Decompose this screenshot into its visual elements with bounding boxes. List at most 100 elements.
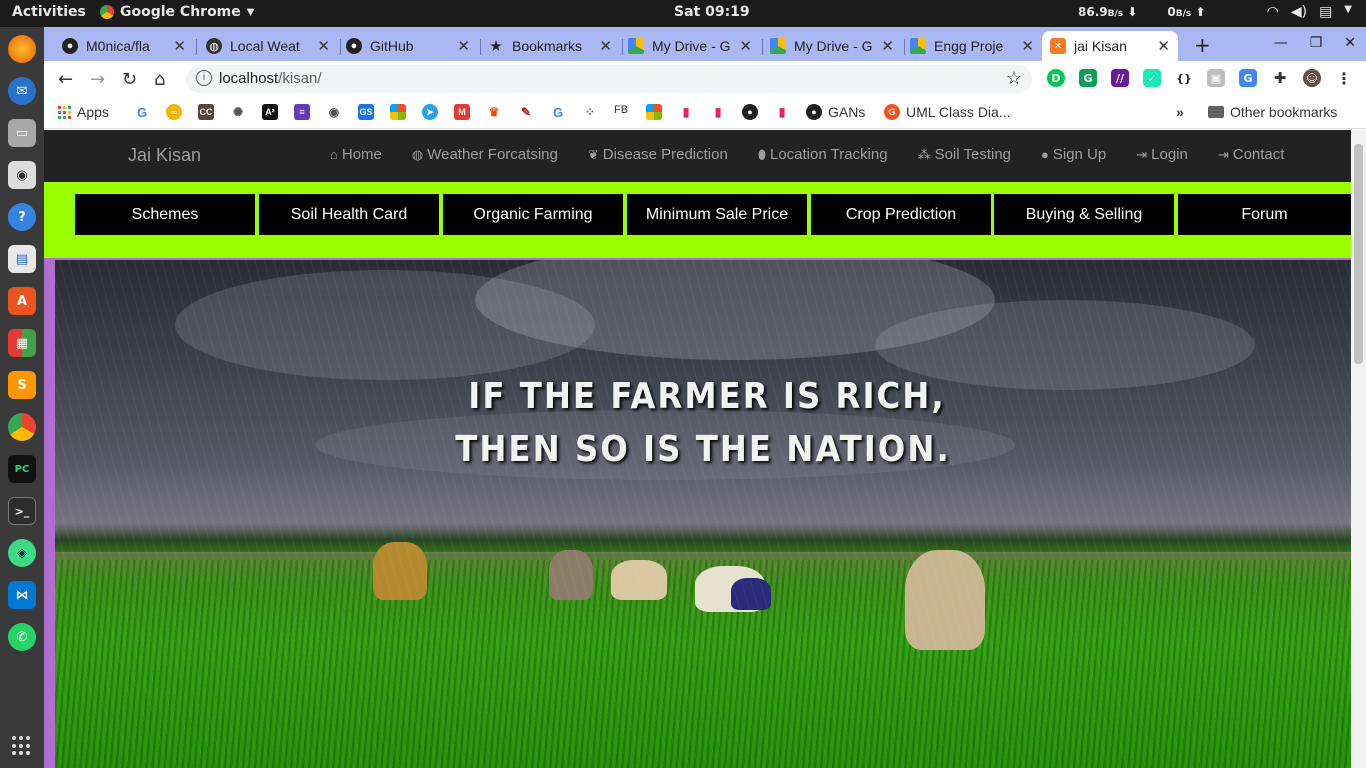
other-bookmarks[interactable]: Other bookmarks: [1208, 104, 1337, 120]
bookmark-gans[interactable]: ● GANs: [806, 104, 865, 120]
nav-disease-prediction[interactable]: ❦ Disease Prediction: [588, 146, 728, 163]
menu-organic-farming[interactable]: Organic Farming: [443, 194, 623, 235]
bookmark-bulb[interactable]: ✺: [230, 104, 246, 120]
close-icon[interactable]: ✕: [317, 37, 330, 55]
close-icon[interactable]: ✕: [173, 37, 186, 55]
extension-icon[interactable]: //: [1111, 69, 1129, 87]
bookmark-eye[interactable]: ◉: [326, 104, 342, 120]
maximize-icon[interactable]: ❐: [1310, 35, 1323, 51]
bookmark-cc[interactable]: CC: [198, 104, 214, 120]
home-button[interactable]: ⌂: [154, 69, 165, 90]
bookmark-star-icon[interactable]: ☆: [1006, 68, 1022, 89]
bookmark-chart-3[interactable]: ▮: [774, 104, 790, 120]
profile-avatar[interactable]: ☺: [1303, 69, 1321, 87]
nav-login[interactable]: ⇥ Login: [1136, 146, 1188, 163]
menu-buying-selling[interactable]: Buying & Selling: [994, 194, 1174, 235]
whatsapp-icon[interactable]: ✆: [8, 623, 36, 651]
app-menu[interactable]: Google Chrome ▼: [100, 4, 254, 20]
bookmark-google-2[interactable]: G: [550, 104, 566, 120]
system-tray[interactable]: ◠ ◀) ▤ ▼: [1267, 4, 1352, 20]
new-tab-button[interactable]: +: [1194, 33, 1211, 57]
bookmark-apps[interactable]: Apps: [58, 104, 109, 120]
forward-button[interactable]: →: [90, 69, 105, 90]
bookmark-fb[interactable]: FB: [614, 104, 628, 116]
menu-crop-prediction[interactable]: Crop Prediction: [811, 194, 991, 235]
bookmarks-overflow-button[interactable]: »: [1176, 104, 1184, 120]
nav-location-tracking[interactable]: ⬮ Location Tracking: [758, 146, 888, 163]
close-icon[interactable]: ✕: [599, 37, 612, 55]
address-bar[interactable]: i localhost/kisan/ ☆: [186, 65, 1032, 93]
menu-kebab-icon[interactable]: ⋮: [1335, 69, 1353, 88]
bookmark-dots[interactable]: ⁘: [582, 104, 598, 120]
puzzle-icon[interactable]: ✚: [1271, 69, 1289, 87]
nav-weather[interactable]: ◍ Weather Forcatsing: [412, 146, 558, 163]
clock[interactable]: Sat 09:19: [674, 4, 750, 20]
nav-home[interactable]: ⌂ Home: [330, 146, 382, 163]
tab-4[interactable]: My Drive - G ✕: [620, 31, 760, 61]
translate-icon[interactable]: G: [1239, 69, 1257, 87]
bookmark-gs[interactable]: GS: [358, 104, 374, 120]
pycharm-icon[interactable]: PC: [8, 455, 36, 483]
minimize-icon[interactable]: —: [1274, 35, 1288, 51]
thunderbird-icon[interactable]: ✉: [8, 77, 36, 105]
extension-icon[interactable]: G: [1079, 69, 1097, 87]
page-scrollbar[interactable]: [1351, 130, 1366, 768]
chrome-dock-icon[interactable]: [8, 413, 36, 441]
bookmark-microsoft-2[interactable]: [646, 104, 662, 120]
extension-icon[interactable]: D: [1047, 69, 1065, 87]
help-icon[interactable]: ?: [8, 203, 36, 231]
scrollbar-thumb[interactable]: [1354, 144, 1363, 364]
info-icon[interactable]: i: [196, 70, 212, 86]
files-icon[interactable]: ▭: [8, 119, 36, 147]
close-icon[interactable]: ✕: [739, 37, 752, 55]
sublime-icon[interactable]: S: [8, 371, 36, 399]
tab-3[interactable]: ★ Bookmarks ✕: [480, 31, 620, 61]
site-brand[interactable]: Jai Kisan: [128, 145, 201, 166]
vscode-icon[interactable]: ⋈: [8, 581, 36, 609]
bookmark-a2[interactable]: A²: [262, 104, 278, 120]
close-icon[interactable]: ✕: [881, 37, 894, 55]
rhythmbox-icon[interactable]: ◉: [8, 161, 36, 189]
menu-schemes[interactable]: Schemes: [75, 194, 255, 235]
close-icon[interactable]: ✕: [1344, 35, 1356, 51]
tab-2[interactable]: ● GitHub ✕: [338, 31, 478, 61]
menu-forum[interactable]: Forum: [1178, 194, 1351, 235]
android-studio-icon[interactable]: ◈: [8, 539, 36, 567]
show-applications-icon[interactable]: [12, 736, 32, 756]
image-icon[interactable]: ▣: [1207, 69, 1225, 87]
bookmark-m[interactable]: M: [454, 104, 470, 120]
close-icon[interactable]: ✕: [1157, 37, 1170, 55]
tab-5[interactable]: My Drive - G ✕: [762, 31, 902, 61]
firefox-icon[interactable]: [8, 35, 36, 63]
tab-6[interactable]: Engg Proje ✕: [902, 31, 1042, 61]
nav-soil-testing[interactable]: ⁂ Soil Testing: [918, 146, 1011, 163]
bookmark-trophy[interactable]: ♛: [486, 104, 502, 120]
tab-0[interactable]: ● M0nica/fla ✕: [54, 31, 194, 61]
bookmark-chart[interactable]: ▮: [678, 104, 694, 120]
nav-contact[interactable]: ⇥ Contact: [1218, 146, 1285, 163]
close-icon[interactable]: ✕: [457, 37, 470, 55]
back-button[interactable]: ←: [58, 69, 73, 90]
bookmark-coursera[interactable]: ∞: [166, 104, 182, 120]
bookmark-uml[interactable]: G UML Class Dia...: [884, 104, 1011, 120]
tab-1[interactable]: ◍ Local Weat ✕: [198, 31, 338, 61]
reload-button[interactable]: ↻: [122, 69, 137, 90]
software-center-icon[interactable]: A: [8, 287, 36, 315]
apps-icon[interactable]: ▦: [8, 329, 36, 357]
nav-sign-up[interactable]: ● Sign Up: [1041, 146, 1106, 163]
close-icon[interactable]: ✕: [1021, 37, 1034, 55]
writer-icon[interactable]: ▤: [8, 245, 36, 273]
extension-icon[interactable]: ✓: [1143, 69, 1161, 87]
bookmark-telegram[interactable]: ➤: [422, 104, 438, 120]
bookmark-microsoft[interactable]: [390, 104, 406, 120]
tab-active[interactable]: ✕ jai Kisan ✕: [1042, 31, 1178, 61]
bookmark-github[interactable]: ●: [742, 104, 758, 120]
bookmark-chart-2[interactable]: ▮: [710, 104, 726, 120]
terminal-icon[interactable]: >_: [8, 497, 36, 525]
json-icon[interactable]: {}: [1175, 69, 1193, 87]
bookmark-pen[interactable]: ✎: [518, 104, 534, 120]
menu-minimum-sale-price[interactable]: Minimum Sale Price: [627, 194, 807, 235]
activities-button[interactable]: Activities: [12, 4, 86, 20]
menu-soil-health-card[interactable]: Soil Health Card: [259, 194, 439, 235]
bookmark-forms[interactable]: ≡: [294, 104, 310, 120]
